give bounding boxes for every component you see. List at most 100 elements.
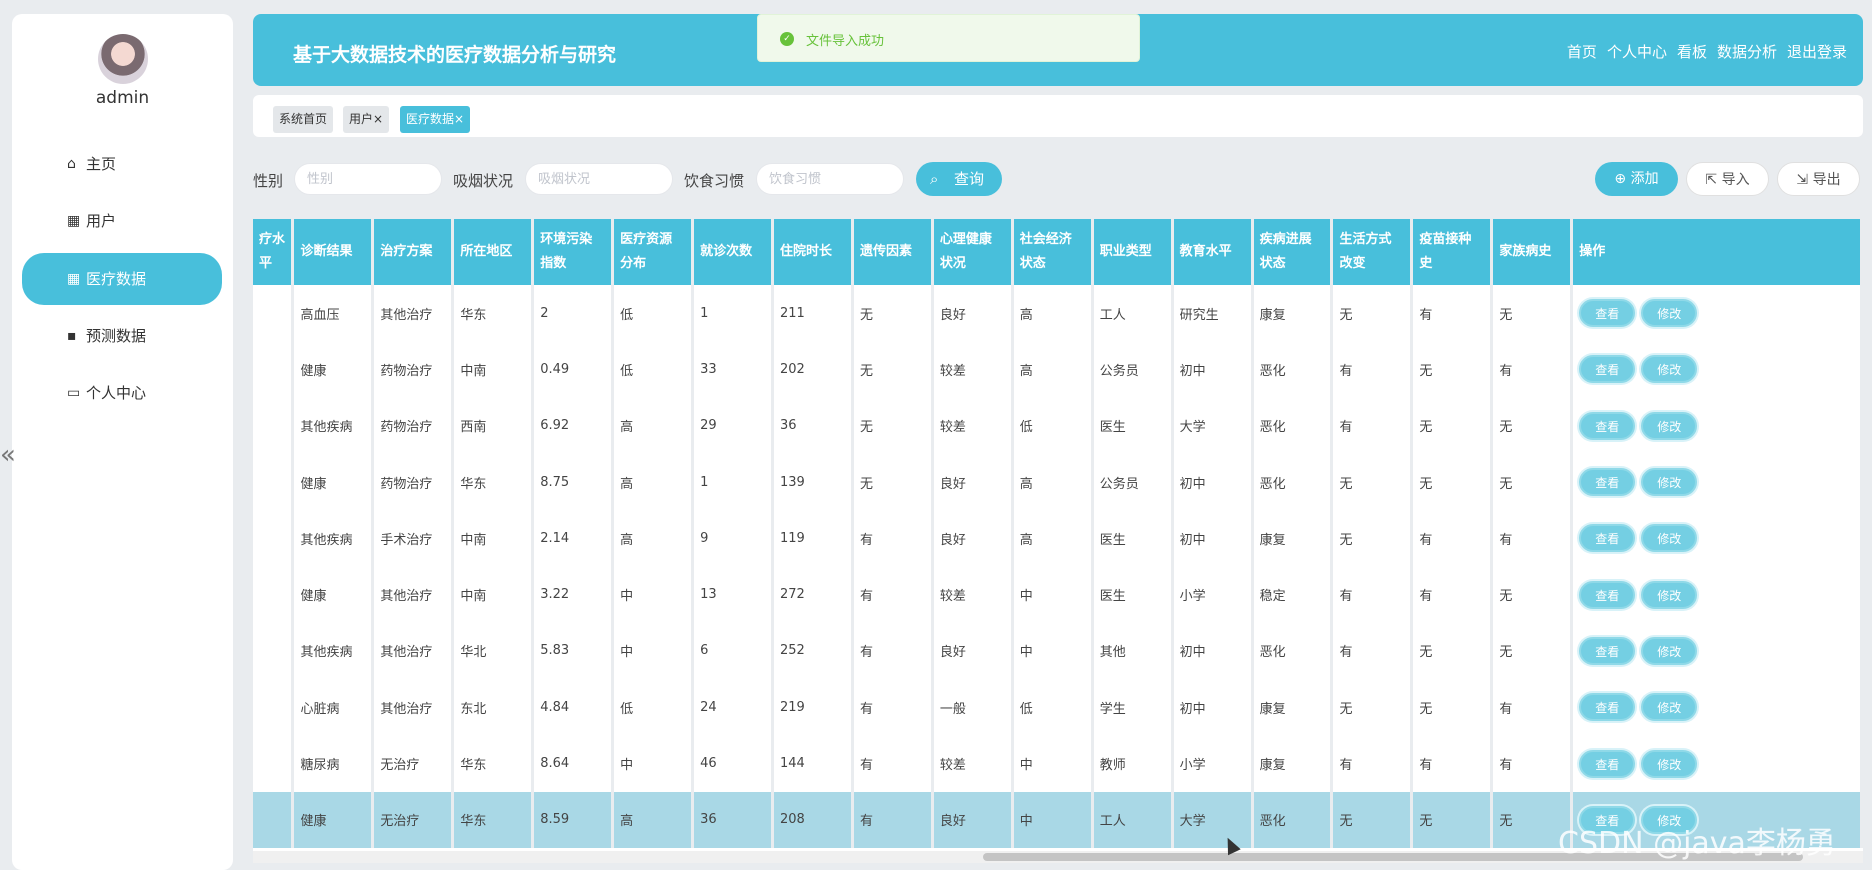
view-button[interactable]: 查看 xyxy=(1579,411,1636,440)
column-header[interactable]: 住院时长 xyxy=(772,219,854,285)
table-row[interactable]: 健康 药物治疗 中南 0.49 低 33 202 无较差高公务员 初中 恶化有无有查看 修改 xyxy=(253,341,1863,398)
table-cell: 恶化 xyxy=(1252,791,1334,848)
nav-dashboard-link[interactable]: 看板 xyxy=(1677,41,1707,62)
view-button[interactable]: 查看 xyxy=(1579,749,1636,778)
table-cell: 中 xyxy=(1012,735,1094,792)
view-button[interactable]: 查看 xyxy=(1579,299,1636,328)
column-header[interactable]: 所在地区 xyxy=(452,219,535,285)
export-button[interactable]: ⇲ 导出 xyxy=(1777,162,1860,196)
table-cell: 无 xyxy=(1491,397,1574,454)
row-actions: 查看 修改 xyxy=(1571,341,1863,398)
table-cell: 24 xyxy=(692,679,775,736)
sidebar-item-medical-data[interactable]: ▦ 医疗数据 xyxy=(22,253,222,305)
column-header[interactable]: 遗传因素 xyxy=(852,219,934,285)
column-header[interactable]: 社会经济状态 xyxy=(1012,219,1094,285)
table-row[interactable]: 心脏病 其他治疗 东北 4.84 低 24 219 有一般低学生 初中 康复无无有查看 修改 xyxy=(253,679,1863,736)
smoking-field[interactable] xyxy=(525,163,673,195)
column-header[interactable]: 医疗资源分布 xyxy=(612,219,695,285)
table-cell: 有 xyxy=(1491,735,1574,792)
table-cell: 139 xyxy=(772,453,854,511)
column-header[interactable]: 生活方式改变 xyxy=(1331,219,1414,285)
view-button[interactable]: 查看 xyxy=(1579,355,1636,384)
table-cell: 无 xyxy=(1491,566,1574,623)
edit-button[interactable]: 修改 xyxy=(1641,749,1698,778)
import-button[interactable]: ⇱ 导入 xyxy=(1686,162,1769,196)
edit-button[interactable]: 修改 xyxy=(1641,636,1698,665)
nav-data-analysis-link[interactable]: 数据分析 xyxy=(1717,41,1777,62)
table-row[interactable]: 健康 其他治疗 中南 3.22 中 13 272 有较差中医生 小学 稳定有有无查看 修改 xyxy=(253,566,1863,623)
table-cell: 华北 xyxy=(452,622,535,680)
table-cell: 252 xyxy=(772,622,854,680)
view-button[interactable]: 查看 xyxy=(1579,468,1636,497)
table-cell: 教师 xyxy=(1092,735,1174,792)
column-header[interactable]: 职业类型 xyxy=(1092,219,1174,285)
table-cell: 无 xyxy=(1411,397,1494,454)
collapse-sidebar-icon[interactable]: « xyxy=(0,440,16,470)
column-header[interactable]: 疗水平 xyxy=(253,219,295,285)
tab-users[interactable]: 用户× xyxy=(343,106,390,133)
table-cell: 219 xyxy=(772,679,854,736)
table-cell xyxy=(253,285,295,342)
nav-logout-link[interactable]: 退出登录 xyxy=(1787,41,1847,62)
table-cell: 良好 xyxy=(932,622,1014,680)
tab-medical-data[interactable]: 医疗数据× xyxy=(400,106,471,133)
table-cell: 恶化 xyxy=(1252,622,1334,680)
column-header[interactable]: 教育水平 xyxy=(1172,219,1254,285)
table-cell: 康复 xyxy=(1252,510,1334,567)
edit-button[interactable]: 修改 xyxy=(1641,411,1698,440)
edit-button[interactable]: 修改 xyxy=(1641,524,1698,553)
sidebar-item-personal-center[interactable]: ▭ 个人中心 xyxy=(22,367,222,419)
column-header[interactable]: 就诊次数 xyxy=(692,219,775,285)
table-cell: 中南 xyxy=(452,341,535,398)
edit-button[interactable]: 修改 xyxy=(1641,580,1698,609)
edit-button[interactable]: 修改 xyxy=(1641,693,1698,722)
edit-button[interactable]: 修改 xyxy=(1641,299,1698,328)
column-header[interactable]: 操作 xyxy=(1571,219,1863,285)
view-button[interactable]: 查看 xyxy=(1579,693,1636,722)
sidebar-item-prediction-data[interactable]: ▪ 预测数据 xyxy=(22,310,222,362)
table-cell: 低 xyxy=(1012,679,1094,736)
add-button-label: 添加 xyxy=(1630,171,1659,187)
column-header[interactable]: 诊断结果 xyxy=(292,219,375,285)
column-header[interactable]: 家族病史 xyxy=(1491,219,1574,285)
avatar[interactable] xyxy=(98,34,148,84)
gender-field[interactable] xyxy=(294,163,442,195)
view-button[interactable]: 查看 xyxy=(1579,636,1636,665)
table-cell: 有 xyxy=(1491,341,1574,398)
sidebar-item-home[interactable]: ⌂ 主页 xyxy=(22,138,222,190)
table-cell: 低 xyxy=(612,341,695,398)
table-row[interactable]: 健康 药物治疗 华东 8.75 高 1 139 无良好高公务员 初中 恶化无无无查看 修改 xyxy=(253,453,1863,511)
table-row[interactable]: 其他疾病 其他治疗 华北 5.83 中 6 252 有良好中其他 初中 恶化有无无查看 修改 xyxy=(253,622,1863,680)
smoking-input[interactable] xyxy=(538,164,672,194)
table-cell: 稳定 xyxy=(1252,566,1334,623)
table-row[interactable]: 糖尿病 无治疗 华东 8.64 中 46 144 有较差中教师 小学 康复有有有查看 修改 xyxy=(253,735,1863,792)
table-row[interactable]: 其他疾病 药物治疗 西南 6.92 高 29 36 无较差低医生 大学 恶化有无无查看 修改 xyxy=(253,397,1863,454)
diet-input[interactable] xyxy=(769,164,903,194)
table-cell: 有 xyxy=(1491,510,1574,567)
table-cell: 144 xyxy=(772,735,854,792)
column-header[interactable]: 环境污染指数 xyxy=(532,219,615,285)
table-row[interactable]: 其他疾病 手术治疗 中南 2.14 高 9 119 有良好高医生 初中 康复无有有查看 修改 xyxy=(253,510,1863,567)
table-cell: 初中 xyxy=(1172,679,1254,736)
tab-system-home[interactable]: 系统首页 xyxy=(273,106,334,133)
column-header[interactable]: 疫苗接种史 xyxy=(1411,219,1494,285)
view-button[interactable]: 查看 xyxy=(1579,580,1636,609)
table-cell: 无 xyxy=(1491,285,1574,342)
nav-home-link[interactable]: 首页 xyxy=(1567,41,1597,62)
table-cell: 6.92 xyxy=(532,397,615,454)
table-row[interactable]: 高血压 其他治疗 华东 2 低 1 211 无良好高工人 研究生 康复无有无查看 修改 xyxy=(253,285,1863,342)
sidebar-item-users[interactable]: ▦ 用户 xyxy=(22,195,222,247)
column-header[interactable]: 心理健康状况 xyxy=(932,219,1014,285)
edit-button[interactable]: 修改 xyxy=(1641,468,1698,497)
column-header[interactable]: 疾病进展状态 xyxy=(1252,219,1334,285)
watermark: CSDN @java李杨勇 xyxy=(1558,826,1836,861)
view-button[interactable]: 查看 xyxy=(1579,524,1636,553)
nav-personal-center-link[interactable]: 个人中心 xyxy=(1607,41,1667,62)
edit-button[interactable]: 修改 xyxy=(1641,355,1698,384)
add-button[interactable]: ⊕ 添加 xyxy=(1595,162,1678,196)
diet-field[interactable] xyxy=(756,163,904,195)
column-header[interactable]: 治疗方案 xyxy=(372,219,455,285)
data-table-container[interactable]: 疗水平 诊断结果 治疗方案 所在地区 环境污染指数 医疗资源分布 就诊次数 住院时长 遗传因素心… xyxy=(253,219,1863,851)
query-button[interactable]: ⌕ 查询 xyxy=(916,162,1002,196)
gender-input[interactable] xyxy=(307,164,441,194)
